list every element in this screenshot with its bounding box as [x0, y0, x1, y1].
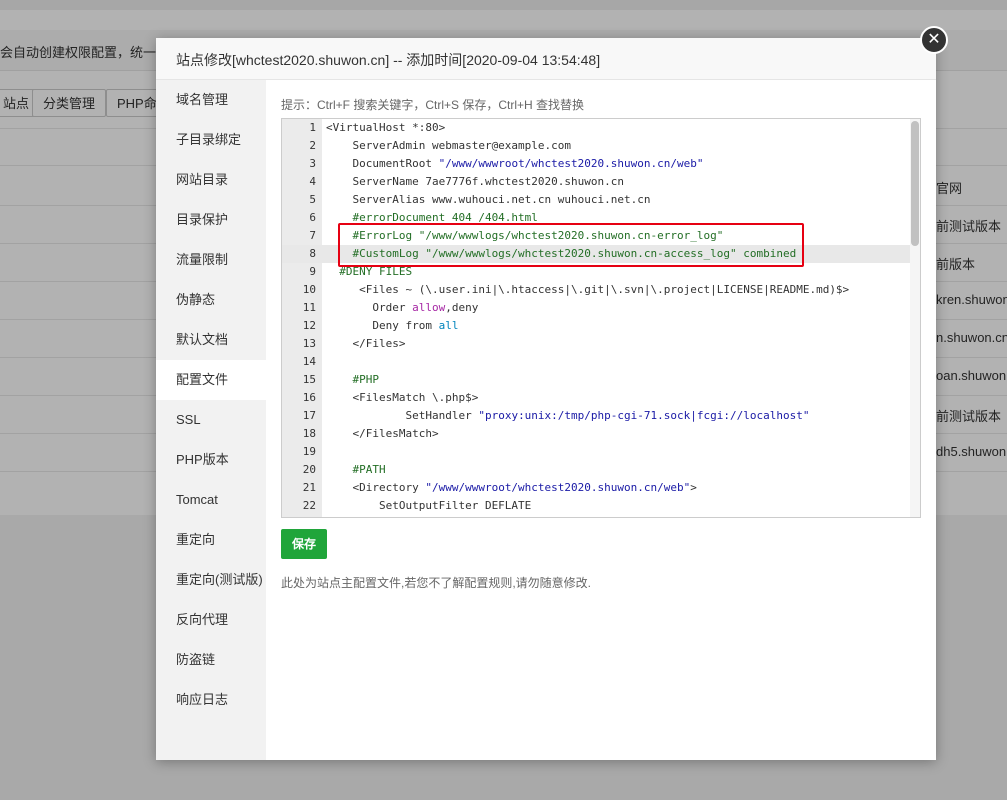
code-line[interactable]: 2 ServerAdmin webmaster@example.com	[282, 137, 912, 155]
sidebar-item-directory-protection[interactable]: 目录保护	[156, 200, 266, 240]
line-number: 6	[309, 211, 316, 224]
annotation-highlight-box	[338, 223, 804, 267]
code-text[interactable]: #PATH	[326, 461, 385, 479]
editor-scrollbar[interactable]	[910, 119, 920, 517]
code-line[interactable]: 17 SetHandler "proxy:unix:/tmp/php-cgi-7…	[282, 407, 912, 425]
sidebar-item-traffic-limit[interactable]: 流量限制	[156, 240, 266, 280]
save-button[interactable]: 保存	[281, 529, 327, 559]
code-line[interactable]: 16 <FilesMatch \.php$>	[282, 389, 912, 407]
close-icon: ✕	[927, 31, 941, 48]
sidebar-item-default-document[interactable]: 默认文档	[156, 320, 266, 360]
sidebar-item-site-directory[interactable]: 网站目录	[156, 160, 266, 200]
code-text[interactable]: <Directory "/www/wwwroot/whctest2020.shu…	[326, 479, 696, 497]
sidebar-item-tomcat[interactable]: Tomcat	[156, 480, 266, 520]
line-number: 8	[309, 247, 316, 260]
line-number: 7	[309, 229, 316, 242]
code-line[interactable]: 12 Deny from all	[282, 317, 912, 335]
code-line[interactable]: 5 ServerAlias www.wuhouci.net.cn wuhouci…	[282, 191, 912, 209]
sidebar-item-hotlink-protection[interactable]: 防盗链	[156, 640, 266, 680]
code-text[interactable]: SetOutputFilter DEFLATE	[326, 497, 531, 515]
code-text[interactable]: </Files>	[326, 335, 405, 353]
code-line[interactable]: 14	[282, 353, 912, 371]
code-text[interactable]: DocumentRoot "/www/wwwroot/whctest2020.s…	[326, 155, 703, 173]
code-text[interactable]: </FilesMatch>	[326, 425, 438, 443]
code-line[interactable]: 22 SetOutputFilter DEFLATE	[282, 497, 912, 515]
line-number: 16	[302, 391, 316, 404]
sidebar-item-config-file[interactable]: 配置文件	[156, 360, 266, 400]
code-text[interactable]: ServerAlias www.wuhouci.net.cn wuhouci.n…	[326, 191, 650, 209]
line-number: 15	[302, 373, 316, 386]
line-number: 18	[302, 427, 316, 440]
code-text[interactable]: Order allow,deny	[326, 299, 478, 317]
line-number: 22	[302, 499, 316, 512]
modal-header: 站点修改[whctest2020.shuwon.cn] -- 添加时间[2020…	[156, 38, 936, 80]
sidebar-item-php-version[interactable]: PHP版本	[156, 440, 266, 480]
code-text[interactable]: #PHP	[326, 371, 379, 389]
sidebar-item-subdirectory-binding[interactable]: 子目录绑定	[156, 120, 266, 160]
line-number: 5	[309, 193, 316, 206]
code-line[interactable]: 10 <Files ~ (\.user.ini|\.htaccess|\.git…	[282, 281, 912, 299]
settings-sidebar: 域名管理 子目录绑定 网站目录 目录保护 流量限制 伪静态 默认文档 配置文件 …	[156, 80, 266, 760]
code-line[interactable]: 15 #PHP	[282, 371, 912, 389]
line-number: 19	[302, 445, 316, 458]
line-number: 10	[302, 283, 316, 296]
line-number: 1	[309, 121, 316, 134]
code-line[interactable]: 19	[282, 443, 912, 461]
sidebar-item-rewrite[interactable]: 伪静态	[156, 280, 266, 320]
line-number: 14	[302, 355, 316, 368]
modal-title: 站点修改[whctest2020.shuwon.cn] -- 添加时间[2020…	[176, 52, 601, 68]
line-number: 11	[302, 301, 316, 314]
editor-hint: 提示：Ctrl+F 搜索关键字，Ctrl+S 保存，Ctrl+H 查找替换	[281, 98, 585, 112]
sidebar-item-reverse-proxy[interactable]: 反向代理	[156, 600, 266, 640]
line-number: 20	[302, 463, 316, 476]
sidebar-item-redirect[interactable]: 重定向	[156, 520, 266, 560]
line-number: 2	[309, 139, 316, 152]
config-code-editor[interactable]: 1 <VirtualHost *:80> 2 ServerAdmin webmast…	[281, 118, 921, 518]
code-text[interactable]: ServerName 7ae7776f.whctest2020.shuwon.c…	[326, 173, 624, 191]
code-text[interactable]: <Files ~ (\.user.ini|\.htaccess|\.git|\.…	[326, 281, 849, 299]
line-number: 9	[309, 265, 316, 278]
line-number: 12	[302, 319, 316, 332]
code-text[interactable]: <FilesMatch \.php$>	[326, 389, 478, 407]
editor-code-lines[interactable]: 1 <VirtualHost *:80> 2 ServerAdmin webmast…	[282, 119, 912, 515]
line-number: 13	[302, 337, 316, 350]
sidebar-item-domain-management[interactable]: 域名管理	[156, 80, 266, 120]
code-line[interactable]: 4 ServerName 7ae7776f.whctest2020.shuwon…	[282, 173, 912, 191]
code-text[interactable]: Deny from all	[326, 317, 458, 335]
code-text[interactable]: ServerAdmin webmaster@example.com	[326, 137, 571, 155]
code-line[interactable]: 11 Order allow,deny	[282, 299, 912, 317]
sidebar-item-redirect-beta[interactable]: 重定向(测试版)	[156, 560, 266, 600]
site-edit-modal: 站点修改[whctest2020.shuwon.cn] -- 添加时间[2020…	[156, 38, 936, 760]
code-line[interactable]: 18 </FilesMatch>	[282, 425, 912, 443]
code-line[interactable]: 20 #PATH	[282, 461, 912, 479]
config-warning-note: 此处为站点主配置文件,若您不了解配置规则,请勿随意修改.	[281, 576, 592, 590]
code-line[interactable]: 21 <Directory "/www/wwwroot/whctest2020.…	[282, 479, 912, 497]
sidebar-item-ssl[interactable]: SSL	[156, 400, 266, 440]
editor-scrollbar-thumb[interactable]	[911, 121, 919, 246]
line-number: 21	[302, 481, 316, 494]
code-text[interactable]: <VirtualHost *:80>	[326, 119, 445, 137]
code-line[interactable]: 13 </Files>	[282, 335, 912, 353]
line-number: 17	[302, 409, 316, 422]
code-text[interactable]: SetHandler "proxy:unix:/tmp/php-cgi-71.s…	[326, 407, 809, 425]
line-number: 3	[309, 157, 316, 170]
close-button[interactable]: ✕	[920, 26, 948, 54]
code-line[interactable]: 1 <VirtualHost *:80>	[282, 119, 912, 137]
line-number: 4	[309, 175, 316, 188]
code-line[interactable]: 3 DocumentRoot "/www/wwwroot/whctest2020…	[282, 155, 912, 173]
sidebar-item-access-log[interactable]: 响应日志	[156, 680, 266, 720]
